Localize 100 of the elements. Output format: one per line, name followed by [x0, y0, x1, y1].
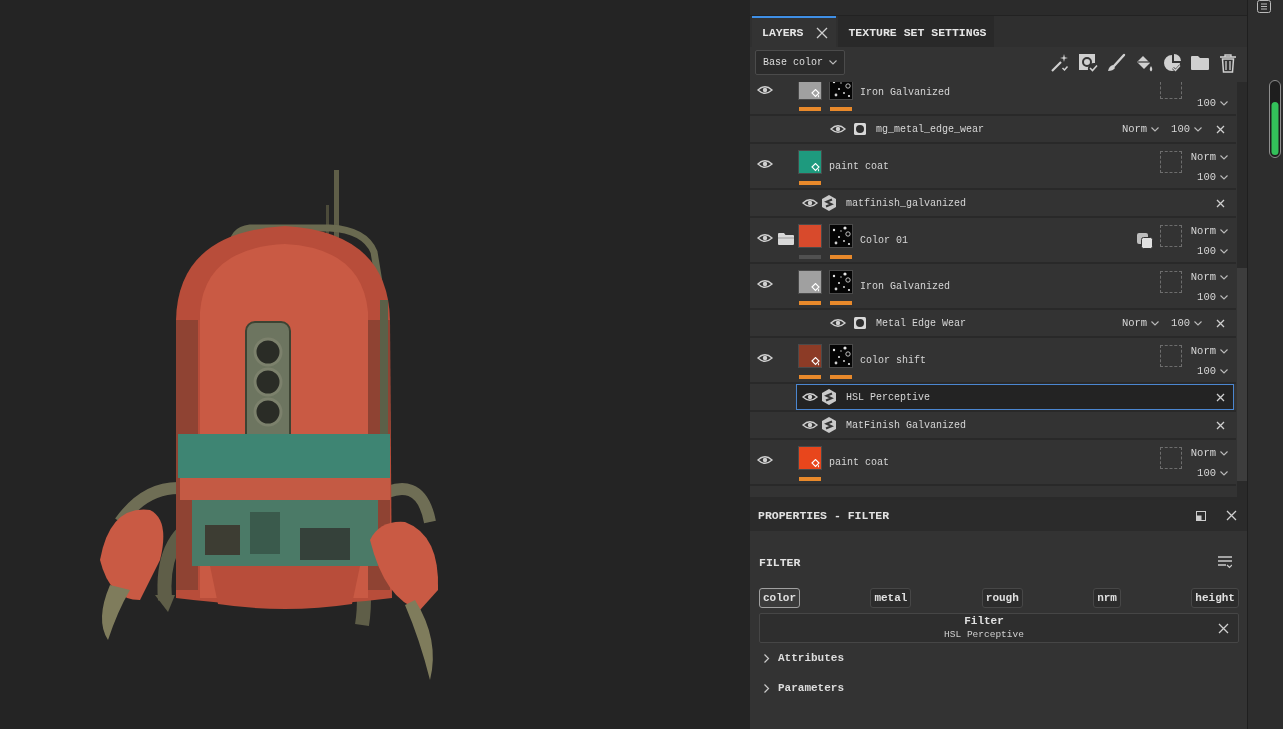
channel-dropdown[interactable]: Base color — [755, 50, 845, 75]
close-icon[interactable] — [1216, 318, 1225, 328]
chevron-icon — [1194, 126, 1202, 132]
close-icon[interactable] — [816, 26, 829, 39]
panel-title: PROPERTIES - FILTER — [758, 509, 891, 522]
eye-icon[interactable] — [757, 233, 773, 243]
chevron-icon — [1220, 294, 1228, 300]
layer-thumbnail[interactable] — [798, 82, 822, 100]
hexagon-icon — [822, 417, 836, 433]
channel-button[interactable]: color — [759, 588, 800, 608]
scrollbar-thumb[interactable] — [1237, 268, 1247, 481]
effect-name: matfinish_galvanized — [846, 197, 967, 209]
close-icon[interactable] — [1216, 420, 1225, 430]
layer-name: Iron Galvanized — [860, 86, 950, 100]
tab[interactable]: TEXTURE SET SETTINGS — [838, 16, 995, 47]
drop-slot — [1160, 225, 1182, 247]
mask-thumbnail[interactable] — [829, 344, 853, 368]
drop-slot — [1160, 447, 1182, 469]
mask-thumbnail[interactable] — [829, 270, 853, 294]
scrollbar[interactable] — [1237, 82, 1247, 497]
window-icon[interactable] — [1196, 510, 1206, 521]
layer-name: color shift — [860, 354, 926, 368]
chevron-icon — [1220, 470, 1228, 476]
circle-square-icon — [854, 123, 866, 135]
folder-icon[interactable] — [778, 233, 794, 245]
eye-icon[interactable] — [802, 420, 818, 430]
chevron-icon — [1151, 320, 1160, 326]
layer-thumbnail[interactable] — [798, 224, 822, 248]
trash-icon[interactable] — [1218, 52, 1238, 73]
eye-icon[interactable] — [802, 392, 818, 402]
slot-title: Filter — [964, 615, 1004, 628]
filter-slot[interactable]: Filter HSL Perceptive — [759, 613, 1239, 643]
square-ring-icon[interactable] — [1078, 52, 1098, 73]
opacity-dropdown[interactable]: 100 — [1197, 463, 1228, 483]
blend-dropdown[interactable]: Norm — [1121, 119, 1160, 139]
eye-icon[interactable] — [802, 198, 818, 208]
paint-bucket-icon — [811, 283, 820, 292]
list-icon[interactable] — [1218, 555, 1232, 569]
layer-name: paint coat — [829, 456, 889, 470]
blend-dropdown[interactable]: Norm — [1190, 443, 1228, 463]
mask-thumbnail[interactable] — [829, 224, 853, 248]
eye-icon[interactable] — [757, 353, 773, 363]
blend-dropdown[interactable]: Norm — [1190, 267, 1228, 287]
channel-button[interactable]: height — [1191, 588, 1239, 608]
opacity-dropdown[interactable]: 100 — [1171, 119, 1202, 139]
layer-thumbnail[interactable] — [798, 446, 822, 470]
overlapping-squares-icon[interactable] — [1137, 233, 1153, 249]
opacity-dropdown[interactable]: 100 — [1197, 241, 1228, 261]
layer-name: paint coat — [829, 160, 889, 174]
opacity-dropdown[interactable]: 100 — [1197, 361, 1228, 381]
channel-button[interactable]: metal — [870, 588, 912, 608]
blend-dropdown[interactable]: Norm — [1121, 313, 1160, 333]
effect-row[interactable]: MatFinish Galvanized — [796, 412, 1234, 438]
paint-bucket-icon — [811, 89, 820, 98]
channel-button[interactable]: nrm — [1093, 588, 1121, 608]
eye-icon[interactable] — [757, 159, 773, 169]
group-toggle[interactable]: Attributes — [759, 643, 844, 673]
menu-icon[interactable] — [1257, 0, 1271, 13]
effect-name: mg_metal_edge_wear — [876, 123, 985, 135]
brush-icon[interactable] — [1106, 52, 1126, 73]
close-icon[interactable] — [1226, 510, 1237, 521]
chevron-icon — [1220, 450, 1228, 456]
mask-thumbnail[interactable] — [829, 82, 853, 100]
blend-dropdown[interactable]: Norm — [1190, 221, 1228, 241]
eye-icon[interactable] — [757, 455, 773, 465]
chevron-icon — [1220, 154, 1228, 160]
layer-thumbnail[interactable] — [798, 344, 822, 368]
layer-thumbnail[interactable] — [798, 270, 822, 294]
effect-name: MatFinish Galvanized — [846, 419, 967, 431]
drop-slot — [1160, 82, 1182, 99]
blend-dropdown[interactable]: Norm — [1190, 341, 1228, 361]
layer-thumbnail[interactable] — [798, 150, 822, 174]
opacity-dropdown[interactable]: 100 — [1197, 93, 1228, 113]
opacity-dropdown[interactable]: 100 — [1171, 313, 1202, 333]
effect-row[interactable]: HSL Perceptive — [796, 384, 1234, 410]
eye-icon[interactable] — [830, 124, 846, 134]
channel-button[interactable]: rough — [981, 588, 1023, 608]
close-icon[interactable] — [1217, 622, 1229, 634]
opacity-dropdown[interactable]: 100 — [1197, 167, 1228, 187]
eye-icon[interactable] — [830, 318, 846, 328]
blend-dropdown[interactable]: Norm — [1190, 147, 1228, 167]
layer-row[interactable]: Iron Galvanized 100 — [750, 82, 1236, 116]
effect-row[interactable]: matfinish_galvanized — [796, 190, 1234, 216]
section-title: FILTER — [759, 555, 801, 569]
eye-icon[interactable] — [757, 279, 773, 289]
chevron-icon — [829, 60, 837, 65]
tab[interactable]: LAYERS — [752, 16, 837, 47]
effect-row[interactable]: Metal Edge Wear Norm 100 — [824, 310, 1234, 336]
opacity-dropdown[interactable]: 100 — [1197, 287, 1228, 307]
hexagon-icon — [822, 195, 836, 211]
close-icon[interactable] — [1216, 198, 1225, 208]
group-toggle[interactable]: Parameters — [759, 673, 844, 703]
effect-row[interactable]: mg_metal_edge_wear Norm 100 — [824, 116, 1234, 142]
pie-icon[interactable] — [1162, 52, 1182, 73]
chevron-icon — [1151, 126, 1160, 132]
close-icon[interactable] — [1216, 124, 1225, 134]
close-icon[interactable] — [1216, 392, 1225, 402]
chevron-icon — [1220, 174, 1228, 180]
chevron-icon — [1220, 228, 1228, 234]
eye-icon[interactable] — [757, 85, 773, 95]
